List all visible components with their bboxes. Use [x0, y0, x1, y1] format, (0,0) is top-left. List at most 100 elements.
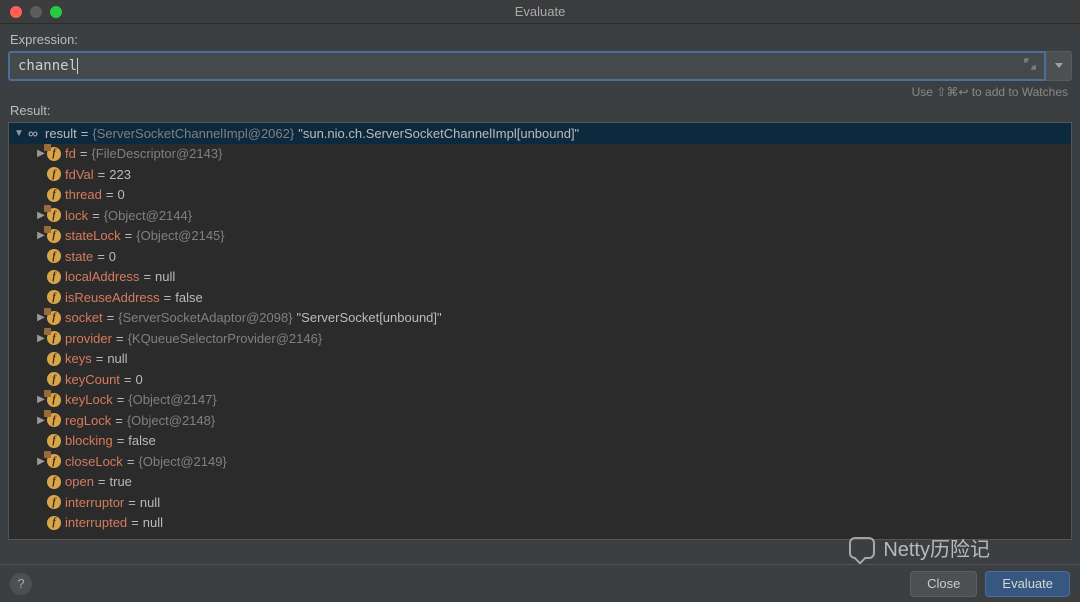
- field-value: 0: [117, 187, 124, 202]
- lock-icon: [44, 410, 51, 417]
- field-name: fd: [65, 146, 76, 161]
- footer: ? Close Evaluate: [0, 564, 1080, 602]
- tree-row[interactable]: fdVal=223: [9, 164, 1071, 185]
- field-type: {KQueueSelectorProvider@2146}: [128, 331, 323, 346]
- tree-row[interactable]: ▶closeLock={Object@2149}: [9, 451, 1071, 472]
- field-name: provider: [65, 331, 112, 346]
- help-button[interactable]: ?: [10, 573, 32, 595]
- field-name: keyLock: [65, 392, 113, 407]
- field-value: false: [128, 433, 155, 448]
- field-value: 0: [136, 372, 143, 387]
- field-icon: [47, 167, 61, 181]
- field-icon: [47, 372, 61, 386]
- field-name: blocking: [65, 433, 113, 448]
- expression-text: channel: [18, 58, 77, 74]
- field-type: {Object@2149}: [138, 454, 226, 469]
- tree-row[interactable]: ▶regLock={Object@2148}: [9, 410, 1071, 431]
- field-name: result: [45, 126, 77, 141]
- tree-row[interactable]: interrupted=null: [9, 513, 1071, 534]
- field-icon: [47, 352, 61, 366]
- result-label: Result:: [0, 101, 1080, 122]
- field-type: {Object@2145}: [136, 228, 224, 243]
- tree-row[interactable]: ▶keyLock={Object@2147}: [9, 390, 1071, 411]
- titlebar: Evaluate: [0, 0, 1080, 24]
- field-name: isReuseAddress: [65, 290, 160, 305]
- field-icon: [47, 331, 61, 345]
- field-value: false: [175, 290, 202, 305]
- result-panel: ▼ ∞ result = {ServerSocketChannelImpl@20…: [8, 122, 1072, 540]
- expression-input[interactable]: channel: [8, 51, 1046, 81]
- field-name: keys: [65, 351, 92, 366]
- lock-icon: [44, 205, 51, 212]
- field-type: {Object@2147}: [128, 392, 216, 407]
- field-icon: [47, 311, 61, 325]
- field-value: "ServerSocket[unbound]": [297, 310, 442, 325]
- field-name: state: [65, 249, 93, 264]
- expand-icon[interactable]: [1024, 58, 1036, 74]
- field-value: null: [140, 495, 160, 510]
- tree-row[interactable]: keyCount=0: [9, 369, 1071, 390]
- tree-row[interactable]: thread=0: [9, 185, 1071, 206]
- field-string: "sun.nio.ch.ServerSocketChannelImpl[unbo…: [298, 126, 579, 141]
- field-name: regLock: [65, 413, 111, 428]
- field-type: {Object@2144}: [104, 208, 192, 223]
- tree-row[interactable]: blocking=false: [9, 431, 1071, 452]
- tree-row[interactable]: localAddress=null: [9, 267, 1071, 288]
- tree-row[interactable]: isReuseAddress=false: [9, 287, 1071, 308]
- field-icon: [47, 434, 61, 448]
- field-icon: [47, 208, 61, 222]
- field-name: stateLock: [65, 228, 121, 243]
- field-value: null: [107, 351, 127, 366]
- field-icon: [47, 516, 61, 530]
- tree-row[interactable]: ▶provider={KQueueSelectorProvider@2146}: [9, 328, 1071, 349]
- minimize-window-button[interactable]: [30, 6, 42, 18]
- field-icon: [47, 393, 61, 407]
- tree-row[interactable]: open=true: [9, 472, 1071, 493]
- lock-icon: [44, 226, 51, 233]
- field-name: closeLock: [65, 454, 123, 469]
- field-icon: [47, 229, 61, 243]
- close-button[interactable]: Close: [910, 571, 977, 597]
- field-name: lock: [65, 208, 88, 223]
- field-value: null: [143, 515, 163, 530]
- add-to-watches-hint: Use ⇧⌘↩ to add to Watches: [0, 81, 1080, 101]
- field-icon: [47, 290, 61, 304]
- maximize-window-button[interactable]: [50, 6, 62, 18]
- field-name: interrupted: [65, 515, 127, 530]
- lock-icon: [44, 390, 51, 397]
- tree-row[interactable]: interruptor=null: [9, 492, 1071, 513]
- field-value: 223: [109, 167, 131, 182]
- field-value: true: [110, 474, 132, 489]
- tree-row[interactable]: keys=null: [9, 349, 1071, 370]
- field-icon: [47, 147, 61, 161]
- tree-row[interactable]: ▶fd={FileDescriptor@2143}: [9, 144, 1071, 165]
- field-icon: [47, 475, 61, 489]
- field-type: {Object@2148}: [127, 413, 215, 428]
- field-name: keyCount: [65, 372, 120, 387]
- lock-icon: [44, 328, 51, 335]
- lock-icon: [44, 451, 51, 458]
- tree-row[interactable]: ▶stateLock={Object@2145}: [9, 226, 1071, 247]
- expression-history-dropdown[interactable]: [1046, 51, 1072, 81]
- field-name: socket: [65, 310, 103, 325]
- window-title: Evaluate: [515, 4, 566, 19]
- field-icon: [47, 188, 61, 202]
- field-icon: [47, 454, 61, 468]
- close-window-button[interactable]: [10, 6, 22, 18]
- field-icon: [47, 270, 61, 284]
- chevron-down-icon[interactable]: ▼: [13, 128, 25, 139]
- expression-label: Expression:: [0, 24, 1080, 51]
- field-icon: [47, 249, 61, 263]
- tree-row[interactable]: ▶socket={ServerSocketAdaptor@2098}"Serve…: [9, 308, 1071, 329]
- field-type: {FileDescriptor@2143}: [91, 146, 222, 161]
- field-icon: [47, 495, 61, 509]
- result-icon: ∞: [25, 126, 41, 140]
- tree-row[interactable]: ▶lock={Object@2144}: [9, 205, 1071, 226]
- window-controls: [0, 6, 62, 18]
- lock-icon: [44, 308, 51, 315]
- tree-row-root[interactable]: ▼ ∞ result = {ServerSocketChannelImpl@20…: [9, 123, 1071, 144]
- field-value: null: [155, 269, 175, 284]
- evaluate-button[interactable]: Evaluate: [985, 571, 1070, 597]
- text-caret: [77, 58, 78, 74]
- tree-row[interactable]: state=0: [9, 246, 1071, 267]
